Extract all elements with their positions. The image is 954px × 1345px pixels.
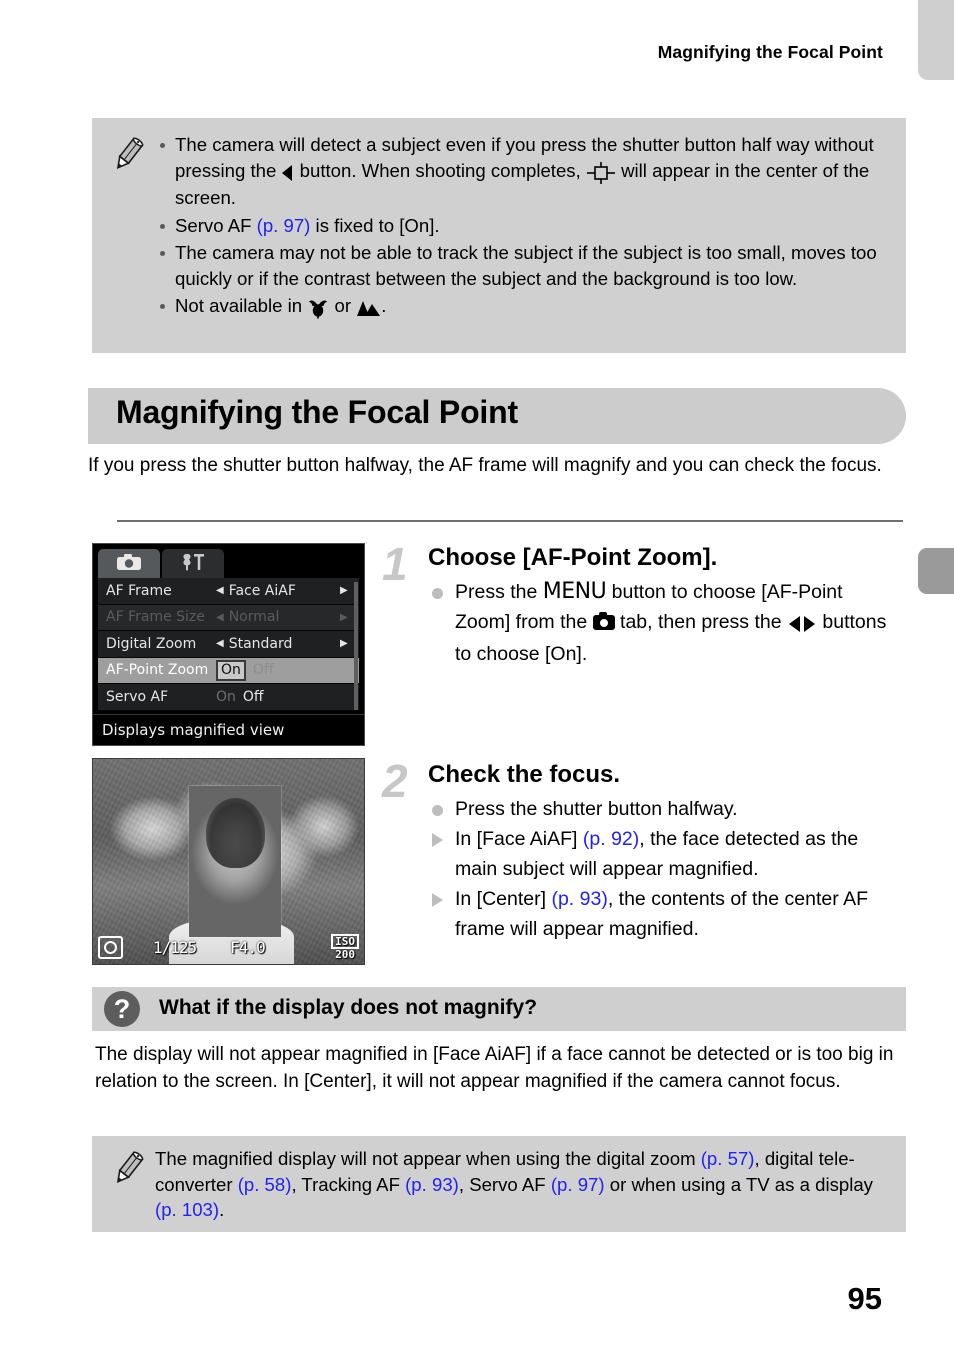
chevron-right-icon[interactable]: ▶ (340, 612, 348, 623)
step-instruction-line: In [Face AiAF] (p. 92), the face detecte… (428, 824, 902, 884)
iso-label: ISO (331, 934, 359, 949)
camera-icon (592, 612, 615, 630)
step-instruction-line: In [Center] (p. 93), the contents of the… (428, 884, 902, 944)
page-reference-link[interactable]: (p. 93) (551, 888, 607, 910)
menu-hint-text: Displays magnified view (93, 714, 364, 745)
chevron-left-icon[interactable]: ◀ (216, 638, 224, 649)
chevron-left-icon[interactable]: ◀ (216, 612, 224, 623)
menu-value-text: Face AiAF (228, 582, 296, 599)
edge-tab-marker-active (918, 548, 954, 594)
edge-tab-marker-light (918, 0, 954, 80)
step-1-heading: Choose [AF-Point Zoom]. (428, 544, 718, 571)
note-bullet: The camera may not be able to track the … (155, 240, 892, 291)
page-reference-link[interactable]: (p. 57) (701, 1148, 755, 1169)
menu-row-label: AF Frame (106, 582, 172, 599)
menu-row[interactable]: Servo AF On Off (98, 684, 359, 711)
faq-banner: ? What if the display does not magnify? (92, 987, 906, 1031)
step-1: 1 Choose [AF-Point Zoom]. Press the MENU… (382, 538, 902, 669)
iso-indicator: ISO 200 (331, 934, 359, 960)
page-reference-link[interactable]: (p. 93) (405, 1174, 459, 1195)
pencil-memo-icon (108, 1148, 154, 1188)
menu-row-label: Digital Zoom (106, 635, 197, 652)
menu-row[interactable]: AF Frame ◀ Face AiAF ▶ (98, 578, 359, 605)
bottom-note-box: The magnified display will not appear wh… (92, 1136, 906, 1232)
menu-value-text: Standard (228, 635, 293, 652)
macro-tulip-icon (307, 295, 329, 321)
note-bullet: Not available in or . (155, 293, 892, 321)
page-reference-link[interactable]: (p. 103) (155, 1199, 219, 1220)
camera-preview-screenshot: 1/125 F4.0 ISO 200 (92, 758, 365, 965)
camera-icon (116, 553, 142, 575)
landscape-mountain-icon (356, 295, 381, 321)
step-1-lines: Press the MENU button to choose [AF-Poin… (428, 577, 902, 669)
horizontal-divider (117, 520, 903, 522)
menu-value-text: Normal (228, 609, 280, 626)
aperture-value: F4.0 (230, 937, 266, 957)
camera-menu-rows: AF Frame ◀ Face AiAF ▶ AF Frame Size ◀ Normal ▶… (98, 578, 359, 711)
settings-tab[interactable] (162, 549, 224, 578)
iso-value: 200 (335, 948, 355, 961)
section-title-banner: Magnifying the Focal Point (88, 388, 906, 444)
note-bullet: The camera will detect a subject even if… (155, 132, 892, 211)
page-reference-link[interactable]: (p. 97) (257, 215, 311, 236)
pencil-memo-icon (108, 134, 154, 174)
menu-row-value: ◀ Standard ▶ (216, 635, 348, 652)
menu-scrollbar[interactable] (354, 582, 358, 710)
step-2-number: 2 (382, 755, 408, 807)
step-2-lines: Press the shutter button halfway. In [Fac… (428, 794, 902, 944)
menu-row-value: ◀ Normal ▶ (216, 609, 348, 626)
wrench-hammer-icon (180, 552, 206, 575)
step-instruction-line: Press the MENU button to choose [AF-Poin… (428, 577, 902, 669)
menu-button-label: MENU (542, 579, 607, 604)
step-2: 2 Check the focus. Press the shutter but… (382, 755, 902, 944)
chevron-right-icon[interactable]: ▶ (340, 585, 348, 596)
menu-row-value: ◀ Face AiAF ▶ (216, 582, 348, 599)
menu-option-on[interactable]: On (216, 659, 246, 681)
camera-menu-tabs (98, 549, 359, 578)
shutter-speed-value: 1/125 (153, 937, 197, 957)
step-instruction-line: Press the shutter button halfway. (428, 794, 902, 824)
af-frame-icon (586, 160, 616, 186)
top-note-box: The camera will detect a subject even if… (92, 118, 906, 353)
evaluative-metering-icon (98, 935, 123, 959)
menu-row[interactable]: Digital Zoom ◀ Standard ▶ (98, 631, 359, 658)
menu-row-value: On Off (216, 689, 264, 705)
chevron-left-icon[interactable]: ◀ (216, 585, 224, 596)
section-intro-paragraph: If you press the shutter button halfway,… (88, 455, 882, 476)
left-right-buttons-icon (787, 609, 817, 639)
page-reference-link[interactable]: (p. 58) (238, 1174, 292, 1195)
menu-option-on[interactable]: On (216, 689, 236, 705)
menu-row-label: Servo AF (106, 688, 169, 705)
step-2-heading: Check the focus. (428, 761, 621, 788)
menu-row[interactable]: AF-Point Zoom On Off (98, 657, 359, 684)
menu-row-label: AF-Point Zoom (106, 662, 209, 679)
camera-menu-screenshot: AF Frame ◀ Face AiAF ▶ AF Frame Size ◀ Normal ▶… (92, 543, 365, 746)
top-note-bullet-list: The camera will detect a subject even if… (155, 132, 892, 321)
shooting-tab[interactable] (98, 549, 160, 578)
camera-osd-bar: 1/125 F4.0 ISO 200 (93, 934, 364, 960)
left-arrow-button-icon (281, 160, 294, 186)
magnified-face-region (189, 785, 282, 938)
question-mark-icon: ? (104, 991, 140, 1027)
page-title: Magnifying the Focal Point (116, 394, 518, 430)
page-reference-link[interactable]: (p. 92) (583, 828, 639, 850)
chevron-right-icon[interactable]: ▶ (340, 638, 348, 649)
step-1-number: 1 (382, 538, 408, 590)
menu-row-label: AF Frame Size (106, 609, 205, 626)
menu-row-value: On Off (216, 659, 274, 681)
faq-body: The display will not appear magnified in… (95, 1044, 894, 1092)
faq-title: What if the display does not magnify? (159, 996, 538, 1019)
menu-option-off[interactable]: Off (253, 662, 274, 678)
menu-row[interactable]: AF Frame Size ◀ Normal ▶ (98, 604, 359, 631)
page-number: 95 (847, 1281, 882, 1316)
note-bullet: Servo AF (p. 97) is fixed to [On]. (155, 213, 892, 239)
running-header: Magnifying the Focal Point (657, 42, 883, 62)
menu-option-off[interactable]: Off (243, 689, 264, 705)
bottom-note-text: The magnified display will not appear wh… (155, 1148, 873, 1220)
page-reference-link[interactable]: (p. 97) (551, 1174, 605, 1195)
